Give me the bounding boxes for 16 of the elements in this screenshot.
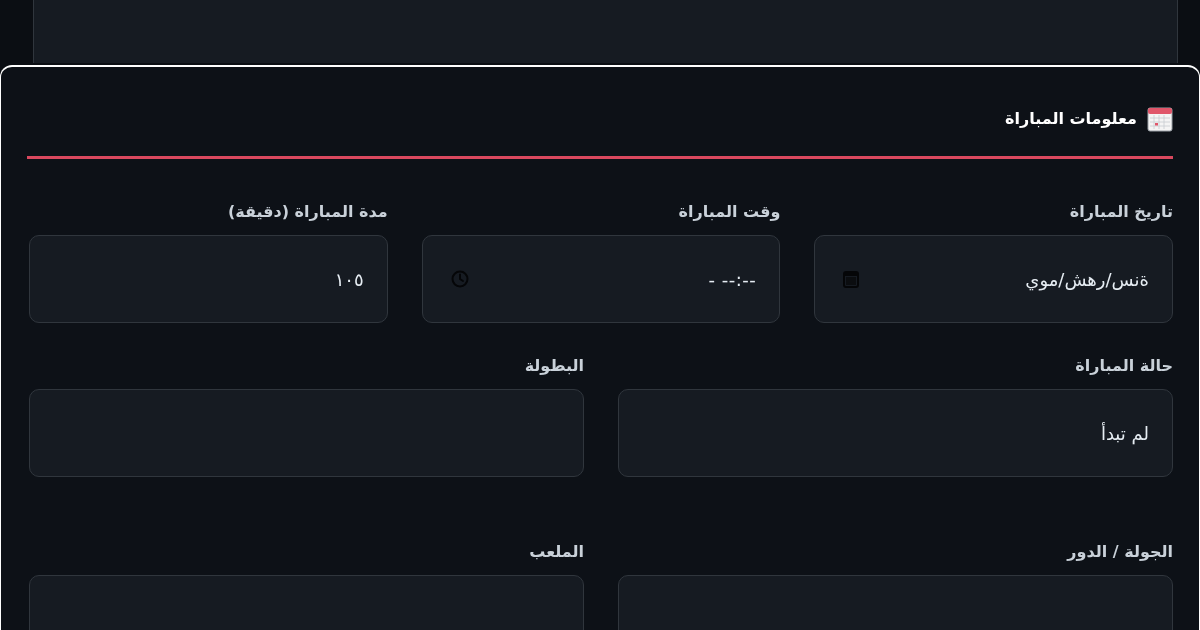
calendar-icon[interactable] xyxy=(843,270,860,288)
dialog-title: معلومات المباراة xyxy=(1005,108,1137,130)
field-label: حالة المباراة xyxy=(1075,355,1173,377)
field-label: الجولة / الدور xyxy=(1067,541,1173,563)
field-label: وقت المباراة xyxy=(678,201,781,223)
calendar-icon xyxy=(1147,106,1173,132)
clock-icon[interactable] xyxy=(450,270,469,288)
text-field[interactable]: لم تبدأ xyxy=(618,389,1173,477)
field-label: تاريخ المباراة xyxy=(1069,201,1173,223)
date-field[interactable]: ةنس/رهش/موي xyxy=(814,235,1173,323)
time-field[interactable]: --:-- - xyxy=(421,235,781,323)
field-label: الملعب xyxy=(529,541,584,563)
number-field[interactable]: ١٠٥ xyxy=(29,235,388,323)
field-label: البطولة xyxy=(524,355,584,377)
text-field[interactable] xyxy=(29,389,584,477)
field-label: مدة المباراة (دقيقة) xyxy=(227,201,388,223)
